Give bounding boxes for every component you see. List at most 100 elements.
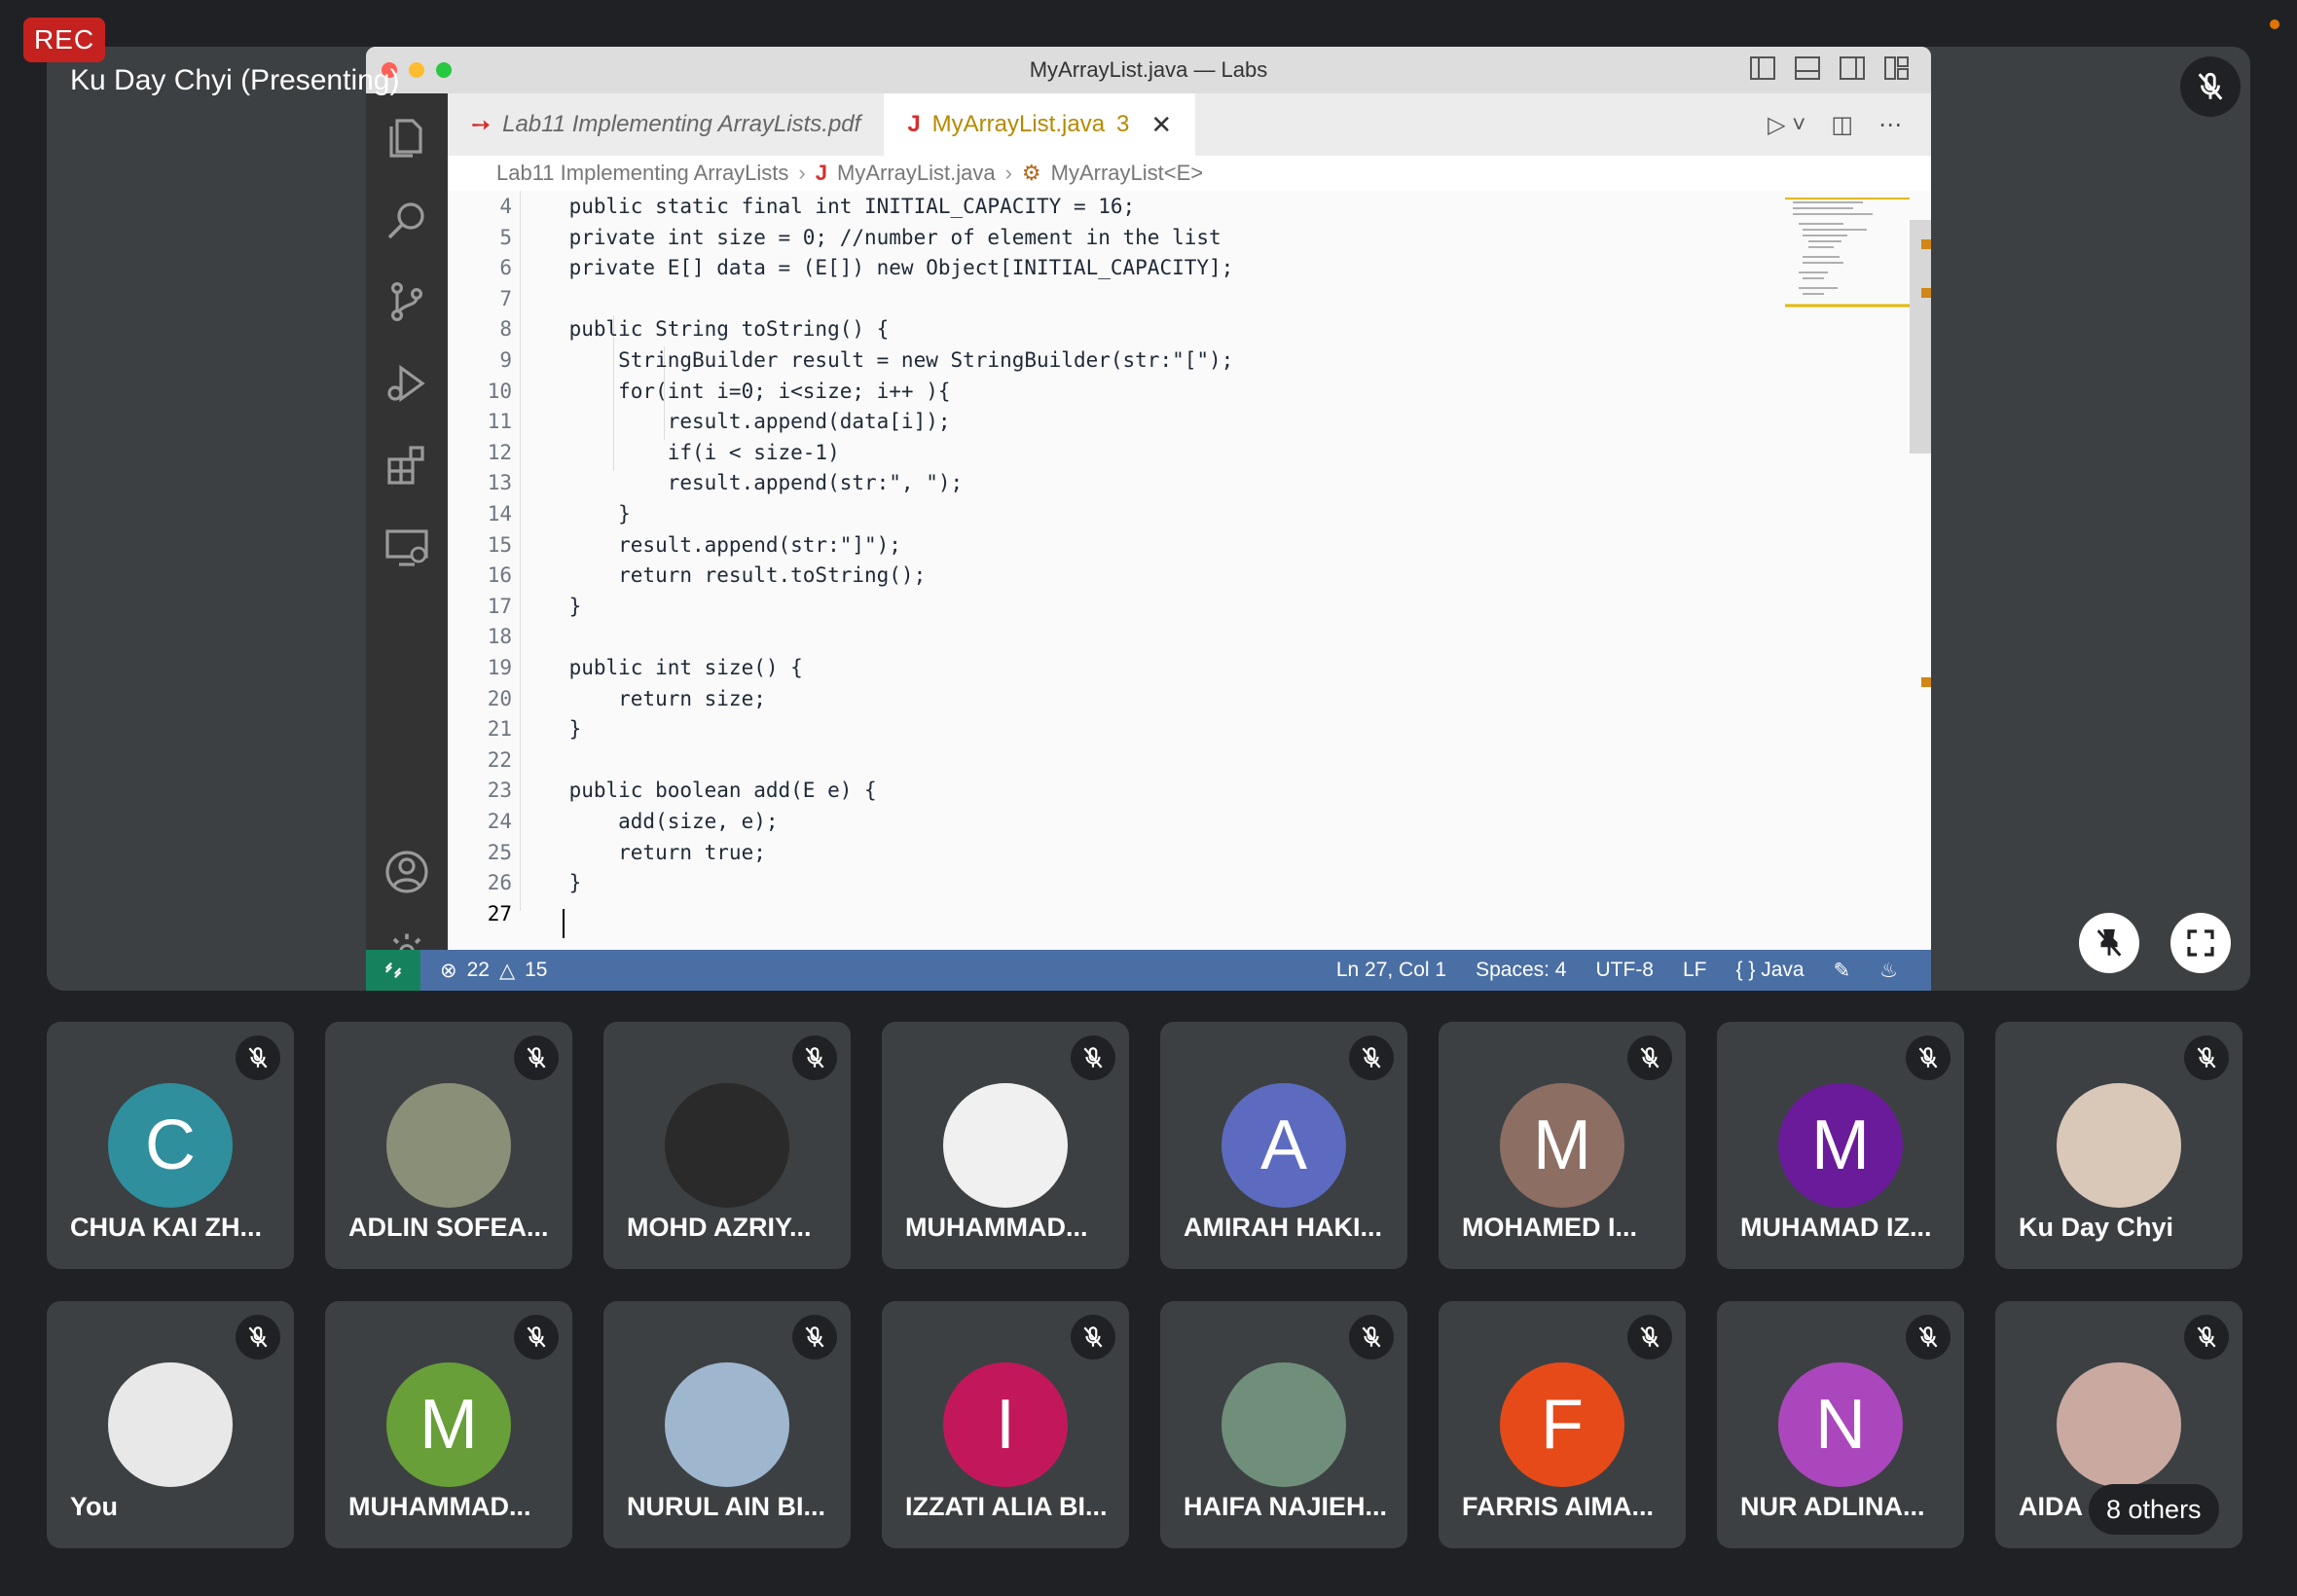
scrollbar-warning-marker [1921, 239, 1931, 249]
explorer-icon[interactable] [383, 115, 430, 162]
toggle-secondary-sidebar-icon[interactable] [1840, 56, 1865, 80]
toggle-sidebar-icon[interactable] [1750, 56, 1775, 80]
end-of-line[interactable]: LF [1683, 959, 1707, 982]
participant-tile[interactable]: Ku Day Chyi [1995, 1022, 2242, 1269]
tab-java[interactable]: J MyArrayList.java 3 ✕ [884, 93, 1196, 156]
activity-dot [2270, 19, 2279, 29]
notifications-bell-icon[interactable]: ♨ [1879, 959, 1898, 983]
tab-pdf[interactable]: ➙ Lab11 Implementing ArrayLists.pdf [448, 93, 884, 156]
line-number: 18 [487, 625, 512, 649]
cursor-position[interactable]: Ln 27, Col 1 [1336, 959, 1446, 982]
participant-tile[interactable]: MOHD AZRIY... [603, 1022, 851, 1269]
run-icon[interactable]: ▷ ˅ [1768, 111, 1805, 139]
mic-off-icon [1906, 1315, 1951, 1360]
line-number: 23 [487, 779, 512, 803]
error-count: 22 [466, 959, 490, 981]
line-text: public static final int INITIAL_CAPACITY… [520, 195, 1136, 218]
participant-tile[interactable]: M MOHAMED I... [1439, 1022, 1686, 1269]
more-actions-icon[interactable]: ⋯ [1878, 111, 1902, 139]
participant-name: Ku Day Chyi [2019, 1213, 2174, 1242]
line-text: if(i < size-1) [520, 440, 840, 464]
presenter-mic-off-icon [2180, 56, 2241, 117]
line-number: 14 [487, 502, 512, 526]
unpin-button[interactable] [2079, 913, 2139, 973]
indentation[interactable]: Spaces: 4 [1476, 959, 1566, 982]
avatar: M [386, 1362, 511, 1487]
line-text: } [520, 594, 582, 618]
accounts-icon[interactable] [383, 849, 430, 895]
split-editor-icon[interactable]: ◫ [1831, 111, 1853, 139]
mic-off-icon [1349, 1035, 1394, 1080]
encoding[interactable]: UTF-8 [1595, 959, 1654, 982]
participant-tile[interactable]: A AMIRAH HAKI... [1160, 1022, 1407, 1269]
maximize-window-button[interactable] [436, 62, 452, 78]
problems-indicator[interactable]: ⊗ 22 △ 15 [440, 959, 547, 983]
line-number: 9 [499, 348, 512, 372]
extensions-icon[interactable] [383, 442, 430, 489]
line-text: return result.toString(); [520, 563, 927, 588]
code-line: 17 } [448, 591, 1810, 622]
breadcrumb-class[interactable]: MyArrayList<E> [1051, 161, 1204, 186]
code-editor[interactable]: 4 public static final int INITIAL_CAPACI… [448, 191, 1931, 950]
participant-tile[interactable]: N NUR ADLINA... [1717, 1301, 1964, 1548]
line-number: 26 [487, 871, 512, 895]
avatar [665, 1083, 789, 1208]
line-text: } [520, 871, 582, 895]
pdf-icon: ➙ [471, 111, 492, 138]
participant-tile[interactable]: M MUHAMMAD... [325, 1301, 572, 1548]
mic-off-icon [1906, 1035, 1951, 1080]
more-participants-badge[interactable]: 8 others [2089, 1484, 2219, 1535]
minimap[interactable] [1785, 197, 1910, 313]
line-number: 24 [487, 810, 512, 833]
feedback-icon[interactable]: ✎ [1834, 959, 1851, 983]
avatar: M [1778, 1083, 1903, 1208]
title-bar: MyArrayList.java — Labs [366, 47, 1931, 93]
participant-name: AMIRAH HAKI... [1184, 1213, 1382, 1242]
code-line: 23 public boolean add(E e) { [448, 775, 1810, 806]
minimize-window-button[interactable] [409, 62, 424, 78]
code-line: 4 public static final int INITIAL_CAPACI… [448, 191, 1810, 222]
participant-tile[interactable]: ADLIN SOFEA... [325, 1022, 572, 1269]
avatar [108, 1362, 233, 1487]
participant-tile[interactable]: HAIFA NAJIEH... [1160, 1301, 1407, 1548]
code-line: 21 } [448, 713, 1810, 744]
customize-layout-icon[interactable] [1884, 56, 1910, 80]
participant-tile[interactable]: You [47, 1301, 294, 1548]
search-icon[interactable] [383, 197, 430, 243]
avatar: M [1500, 1083, 1624, 1208]
breadcrumb-folder[interactable]: Lab11 Implementing ArrayLists [496, 161, 788, 186]
participant-tile[interactable]: MUHAMMAD... [882, 1022, 1129, 1269]
source-control-icon[interactable] [383, 278, 430, 325]
participant-tile[interactable]: F FARRIS AIMA... [1439, 1301, 1686, 1548]
breadcrumb-file[interactable]: MyArrayList.java [837, 161, 996, 186]
participant-tile[interactable]: C CHUA KAI ZH... [47, 1022, 294, 1269]
line-text: public boolean add(E e) { [520, 779, 877, 803]
line-number: 11 [487, 410, 512, 434]
avatar: F [1500, 1362, 1624, 1487]
participant-tile[interactable]: I IZZATI ALIA BI... [882, 1301, 1129, 1548]
line-text: } [520, 717, 582, 742]
toggle-panel-icon[interactable] [1795, 56, 1820, 80]
line-number: 4 [499, 195, 512, 218]
participant-tile[interactable]: AIDA 8 others [1995, 1301, 2242, 1548]
line-text: return true; [520, 840, 766, 864]
java-icon: J [907, 111, 921, 137]
line-text: } [520, 502, 631, 526]
remote-explorer-icon[interactable] [383, 524, 430, 570]
code-line: 8 public String toString() { [448, 313, 1810, 345]
editor-tabs: ➙ Lab11 Implementing ArrayLists.pdf J My… [448, 93, 1931, 156]
fullscreen-button[interactable] [2170, 913, 2231, 973]
language-mode[interactable]: { } Java [1736, 959, 1805, 982]
window-title: MyArrayList.java — Labs [1029, 57, 1268, 82]
code-line: 6 private E[] data = (E[]) new Object[IN… [448, 252, 1810, 283]
scrollbar[interactable] [1910, 220, 1931, 453]
participant-tile[interactable]: M MUHAMAD IZ... [1717, 1022, 1964, 1269]
participant-name: HAIFA NAJIEH... [1184, 1492, 1388, 1521]
avatar [2057, 1083, 2181, 1208]
run-debug-icon[interactable] [383, 360, 430, 407]
close-tab-icon[interactable]: ✕ [1150, 110, 1172, 140]
line-text: public String toString() { [520, 317, 890, 342]
mic-off-icon [1627, 1315, 1672, 1360]
participant-tile[interactable]: NURUL AIN BI... [603, 1301, 851, 1548]
remote-indicator-icon[interactable] [366, 950, 420, 991]
